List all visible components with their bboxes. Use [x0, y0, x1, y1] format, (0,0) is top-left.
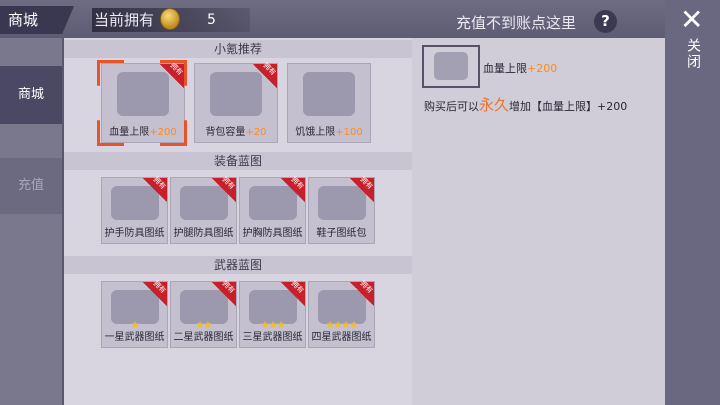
coin-icon [160, 8, 180, 30]
shop-item-gauntlet-blueprint[interactable]: 拥有 护手防具图纸 [101, 175, 168, 244]
owned-badge: 拥有 [160, 61, 184, 88]
item-label: 背包容量+20 [205, 127, 267, 138]
tab-recharge[interactable]: 充值 [0, 158, 62, 214]
star-rating: ★★★★ [325, 320, 359, 331]
owned-badge: 拥有 [281, 279, 305, 306]
shop-item-bag-capacity[interactable]: 拥有 背包容量+20 [194, 61, 278, 143]
shop-item-weapon-2star[interactable]: 拥有 ★★ 二星武器图纸 [170, 279, 237, 348]
shop-panel: 小氪推荐 拥有 血量上限+200 拥有 背包容量+20 饥饿上限+100 装备蓝… [64, 38, 412, 405]
shop-item-weapon-3star[interactable]: 拥有 ★★★ 三星武器图纸 [239, 279, 306, 348]
help-icon[interactable]: ? [594, 10, 617, 33]
owned-badge: 拥有 [350, 279, 374, 306]
close-icon[interactable]: ✕ [680, 6, 703, 34]
item-label: 护腿防具图纸 [173, 228, 234, 239]
owned-badge: 拥有 [212, 279, 236, 306]
item-label: 三星武器图纸 [242, 332, 303, 343]
item-detail-panel: 血量上限+200 购买后可以永久增加【血量上限】+200 [412, 38, 665, 405]
owned-badge: 拥有 [253, 61, 277, 88]
shop-item-hunger-max[interactable]: 饥饿上限+100 [287, 63, 371, 143]
sidebar: 商城 充值 [0, 38, 62, 405]
item-label: 饥饿上限+100 [295, 127, 363, 138]
owned-badge: 拥有 [143, 175, 167, 202]
shop-item-legguard-blueprint[interactable]: 拥有 护腿防具图纸 [170, 175, 237, 244]
detail-item-name: 血量上限+200 [483, 62, 558, 75]
coin-count: 5 [207, 12, 216, 28]
stomach-plus-icon [303, 71, 355, 116]
section-title: 武器蓝图 [64, 256, 412, 274]
owned-badge: 拥有 [281, 175, 305, 202]
item-label: 一星武器图纸 [104, 332, 165, 343]
shop-item-weapon-4star[interactable]: 拥有 ★★★★ 四星武器图纸 [308, 279, 375, 348]
star-rating: ★★ [195, 320, 213, 331]
page-title: 商城 [0, 6, 74, 34]
heart-plus-icon [434, 52, 468, 80]
item-label: 四星武器图纸 [311, 332, 372, 343]
shop-item-shoes-blueprint[interactable]: 拥有 鞋子图纸包 [308, 175, 375, 244]
close-button[interactable]: 关闭 [683, 38, 703, 70]
item-label: 护手防具图纸 [104, 228, 165, 239]
shop-item-hp-max[interactable]: 拥有 血量上限+200 [101, 61, 185, 143]
detail-description: 购买后可以永久增加【血量上限】+200 [424, 96, 628, 114]
item-label: 鞋子图纸包 [316, 228, 367, 239]
item-label: 护胸防具图纸 [242, 228, 303, 239]
section-title: 装备蓝图 [64, 152, 412, 170]
item-label: 二星武器图纸 [173, 332, 234, 343]
shop-item-weapon-1star[interactable]: 拥有 ★ 一星武器图纸 [101, 279, 168, 348]
recharge-issue-link[interactable]: 充值不到账点这里 [456, 12, 576, 33]
star-rating: ★★★ [260, 320, 286, 331]
item-label: 血量上限+200 [109, 127, 177, 138]
owned-badge: 拥有 [350, 175, 374, 202]
tab-shop[interactable]: 商城 [0, 66, 62, 124]
owned-badge: 拥有 [212, 175, 236, 202]
detail-icon-frame [422, 45, 480, 88]
star-rating: ★ [130, 320, 140, 331]
owned-badge: 拥有 [143, 279, 167, 306]
shop-item-chestguard-blueprint[interactable]: 拥有 护胸防具图纸 [239, 175, 306, 244]
section-title: 小氪推荐 [64, 40, 412, 58]
